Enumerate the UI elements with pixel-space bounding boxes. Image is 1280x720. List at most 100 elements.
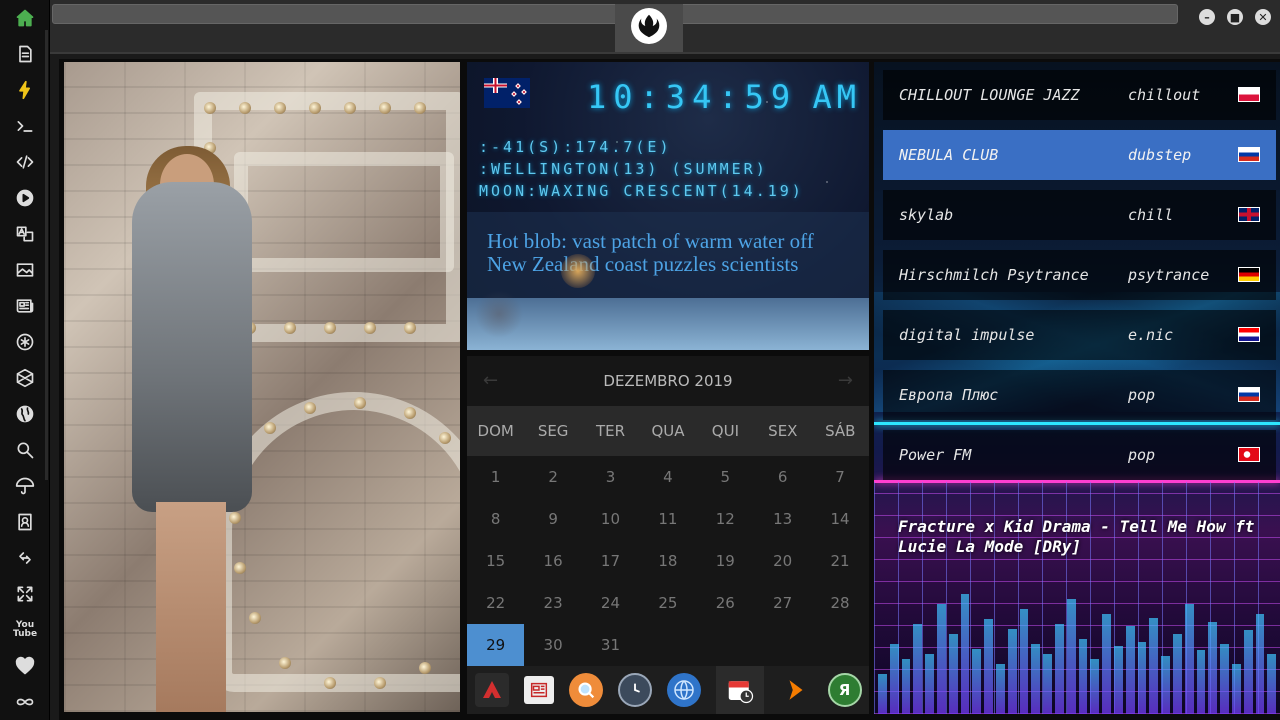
app-launcher-icon[interactable] xyxy=(474,673,509,707)
search-icon[interactable] xyxy=(11,436,39,464)
visualizer-bar xyxy=(1208,622,1218,714)
news-headline[interactable]: Hot blob: vast patch of warm water off N… xyxy=(487,229,814,276)
calendar-day[interactable]: 30 xyxy=(524,624,581,666)
calendar-day[interactable]: 19 xyxy=(697,540,754,582)
lightning-icon[interactable] xyxy=(11,76,39,104)
terminal-icon[interactable] xyxy=(11,112,39,140)
calendar-day[interactable]: 2 xyxy=(524,456,581,498)
calendar-day[interactable]: 14 xyxy=(811,498,868,540)
calendar-day[interactable]: 4 xyxy=(639,456,696,498)
calendar-day[interactable]: 11 xyxy=(639,498,696,540)
weekday-label: QUA xyxy=(651,422,685,440)
next-month-button[interactable]: → xyxy=(838,370,853,391)
play-arrow-icon[interactable] xyxy=(779,673,813,707)
calendar-day-today[interactable]: 29 xyxy=(467,624,525,666)
weekday-label: TER xyxy=(596,422,626,440)
station-item[interactable]: Hirschmilch Psytrance psytrance xyxy=(883,250,1276,300)
calendar-day[interactable] xyxy=(811,624,868,666)
station-item-active[interactable]: NEBULA CLUB dubstep xyxy=(883,130,1276,180)
wallpaper-photo xyxy=(64,62,460,712)
station-genre: pop xyxy=(1128,386,1156,404)
home-icon[interactable] xyxy=(11,4,39,32)
search-icon[interactable] xyxy=(568,673,603,707)
calendar-day[interactable]: 1 xyxy=(467,456,524,498)
calendar-day[interactable]: 15 xyxy=(467,540,524,582)
calendar-day[interactable]: 31 xyxy=(582,624,639,666)
calendar-week: 22 23 24 25 26 27 28 xyxy=(467,582,869,624)
calendar-day[interactable]: 26 xyxy=(697,582,754,624)
umbrella-icon[interactable] xyxy=(11,472,39,500)
station-item[interactable]: CHILLOUT LOUNGE JAZZ chillout xyxy=(883,70,1276,120)
hexagon-icon[interactable] xyxy=(11,364,39,392)
calendar-day[interactable]: 3 xyxy=(582,456,639,498)
minimize-icon[interactable]: – xyxy=(1199,9,1215,25)
infinity-icon[interactable] xyxy=(11,688,39,716)
calendar-day[interactable]: 10 xyxy=(582,498,639,540)
document-icon[interactable] xyxy=(11,40,39,68)
calendar-day[interactable]: 16 xyxy=(524,540,581,582)
world-clock-widget: 10:34:59 AM :-41(S):174.7(E) :WELLINGTON… xyxy=(467,62,869,350)
yandex-icon[interactable]: Я xyxy=(827,673,862,707)
station-name: digital impulse xyxy=(899,326,1035,344)
station-name: Hirschmilch Psytrance xyxy=(899,266,1089,284)
contact-card-icon[interactable] xyxy=(11,508,39,536)
asterisk-icon[interactable] xyxy=(11,328,39,356)
expand-icon[interactable] xyxy=(11,580,39,608)
calendar-icon[interactable] xyxy=(715,666,764,714)
croatia-flag xyxy=(1238,327,1260,342)
clock-ampm: AM xyxy=(812,78,861,116)
news-headline-box[interactable]: Hot blob: vast patch of warm water off N… xyxy=(467,212,869,298)
maximize-icon[interactable]: ■ xyxy=(1227,9,1243,25)
calendar-day[interactable]: 20 xyxy=(754,540,811,582)
clock-icon[interactable] xyxy=(617,673,652,707)
calendar-day[interactable]: 22 xyxy=(467,582,524,624)
sidebar-scrollbar[interactable] xyxy=(45,30,48,480)
calendar-day[interactable]: 9 xyxy=(524,498,581,540)
globe-icon[interactable] xyxy=(11,400,39,428)
calendar-day[interactable]: 27 xyxy=(754,582,811,624)
station-genre: chillout xyxy=(1128,86,1201,104)
globe-icon[interactable] xyxy=(666,673,701,707)
new-zealand-flag[interactable] xyxy=(484,78,530,108)
calendar-day[interactable]: 24 xyxy=(582,582,639,624)
youtube-label: You Tube xyxy=(12,620,38,639)
prev-month-button[interactable]: ← xyxy=(483,370,498,391)
clock-moon-phase: MOON:WAXING CRESCENT(14.19) xyxy=(479,182,804,200)
calendar-day[interactable]: 25 xyxy=(639,582,696,624)
play-icon[interactable] xyxy=(11,184,39,212)
calendar-day[interactable]: 17 xyxy=(582,540,639,582)
calendar-day[interactable]: 23 xyxy=(524,582,581,624)
link-icon[interactable] xyxy=(11,544,39,572)
calendar-day[interactable]: 6 xyxy=(754,456,811,498)
image-icon[interactable] xyxy=(11,256,39,284)
heart-icon[interactable] xyxy=(11,652,39,680)
newspaper-icon[interactable] xyxy=(11,292,39,320)
translate-icon[interactable] xyxy=(11,220,39,248)
calendar-month-label: DEZEMBRO 2019 xyxy=(603,372,733,390)
calendar-day[interactable]: 28 xyxy=(811,582,868,624)
visualizer-bar xyxy=(1231,664,1241,714)
news-icon[interactable] xyxy=(523,676,554,704)
calendar-day[interactable] xyxy=(639,624,696,666)
calendar-day[interactable] xyxy=(697,624,754,666)
close-icon[interactable]: ✕ xyxy=(1255,9,1271,25)
code-icon[interactable] xyxy=(11,148,39,176)
calendar-day[interactable]: 18 xyxy=(639,540,696,582)
calendar-day[interactable]: 12 xyxy=(697,498,754,540)
station-item[interactable]: skylab chill xyxy=(883,190,1276,240)
logo-tab[interactable] xyxy=(615,4,683,52)
calendar-day[interactable]: 7 xyxy=(811,456,868,498)
visualizer-bar xyxy=(1066,599,1076,714)
calendar-day[interactable]: 8 xyxy=(467,498,524,540)
visualizer-bar xyxy=(960,594,970,714)
station-item[interactable]: digital impulse e.nic xyxy=(883,310,1276,360)
calendar-day[interactable]: 13 xyxy=(754,498,811,540)
calendar-day[interactable] xyxy=(754,624,811,666)
station-name: NEBULA CLUB xyxy=(899,146,999,164)
calendar-day[interactable]: 5 xyxy=(697,456,754,498)
station-item[interactable]: Европа Плюс pop xyxy=(883,370,1276,420)
youtube-icon[interactable]: You Tube xyxy=(11,616,39,644)
station-item[interactable]: Power FM pop xyxy=(883,430,1276,480)
visualizer-bar xyxy=(1161,656,1170,714)
calendar-day[interactable]: 21 xyxy=(811,540,868,582)
